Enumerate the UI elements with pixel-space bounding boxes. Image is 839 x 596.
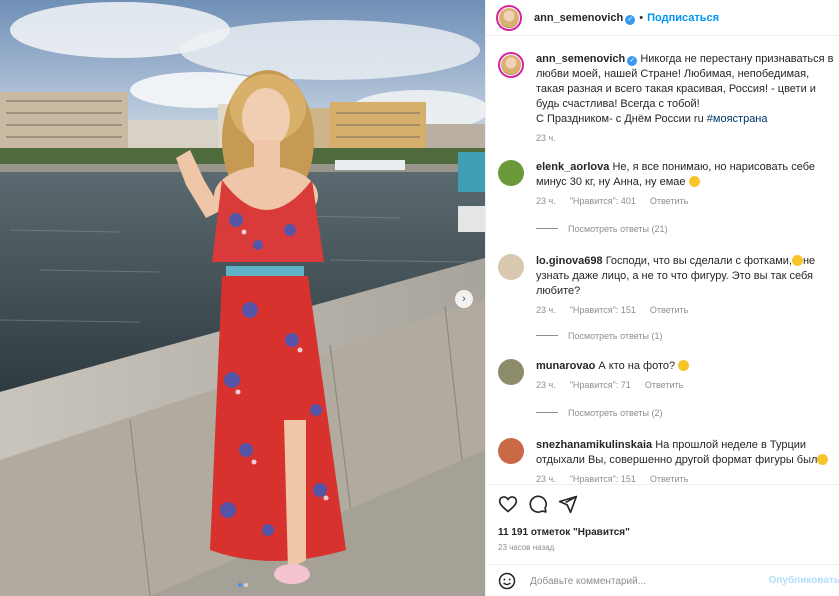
likes-count[interactable]: 11 191 отметок "Нравится" xyxy=(498,527,630,538)
view-replies[interactable]: Посмотреть ответы (1) xyxy=(536,331,663,341)
post-panel: ann_semenovich ✓ • Подписаться ann_semenovi… xyxy=(485,0,839,596)
add-comment-bar: Опубликовать xyxy=(486,564,839,596)
avatar[interactable] xyxy=(498,438,524,464)
next-slide-button[interactable]: › xyxy=(455,290,473,308)
comment-username[interactable]: elenk_aorlova xyxy=(536,161,609,173)
avatar[interactable] xyxy=(498,160,524,186)
comment: snezhanamikulinskaia На прошлой неделе в… xyxy=(498,438,834,484)
verified-icon: ✓ xyxy=(627,56,638,66)
emoji-icon xyxy=(791,255,803,266)
caption-username[interactable]: ann_semenovich xyxy=(536,53,625,65)
caption-time[interactable]: 23 ч. xyxy=(536,133,556,143)
share-icon[interactable] xyxy=(558,494,578,514)
avatar[interactable] xyxy=(496,5,522,31)
photo-scene xyxy=(0,0,485,596)
comment-likes[interactable]: "Нравится": 151 xyxy=(570,474,636,484)
publish-button[interactable]: Опубликовать xyxy=(769,575,839,586)
reply-button[interactable]: Ответить xyxy=(650,474,688,484)
avatar[interactable] xyxy=(498,254,524,280)
heart-icon[interactable] xyxy=(498,494,518,514)
caption-line2: С Праздником- с Днём России ru xyxy=(536,113,704,125)
emoji-icon xyxy=(678,360,690,371)
carousel-dots xyxy=(0,578,485,590)
header-username[interactable]: ann_semenovich xyxy=(534,12,623,24)
next-icon: › xyxy=(462,293,466,305)
comment-likes[interactable]: "Нравится": 401 xyxy=(570,196,636,206)
reply-button[interactable]: Ответить xyxy=(645,380,683,390)
comment-likes[interactable]: "Нравится": 151 xyxy=(570,305,636,315)
comment-time[interactable]: 23 ч. xyxy=(536,305,556,315)
comment-time[interactable]: 23 ч. xyxy=(536,380,556,390)
separator-dot: • xyxy=(639,12,644,24)
comment-text: А кто на фото? xyxy=(598,360,676,372)
follow-button[interactable]: Подписаться xyxy=(647,12,719,24)
comment-username[interactable]: snezhanamikulinskaia xyxy=(536,439,652,451)
comment-text: Господи, что вы сделали с фотками, xyxy=(605,255,792,267)
verified-icon: ✓ xyxy=(625,15,636,25)
comment-username[interactable]: munarovao xyxy=(536,360,595,372)
emoji-icon[interactable] xyxy=(498,572,516,590)
carousel-dot xyxy=(243,583,248,587)
avatar[interactable] xyxy=(498,359,524,385)
comment-time[interactable]: 23 ч. xyxy=(536,474,556,484)
emoji-icon xyxy=(817,454,829,465)
caption: ann_semenovich ✓ Никогда не перестану при… xyxy=(498,52,834,143)
comment-input[interactable] xyxy=(528,572,762,590)
comment: munarovao А кто на фото? 23 ч. "Нравится"… xyxy=(498,359,834,390)
post-time[interactable]: 23 часов назад xyxy=(498,543,554,552)
comment: elenk_aorlova Не, я все понимаю, но нари… xyxy=(498,160,834,206)
comment: lo.ginova698 Господи, что вы сделали с ф… xyxy=(498,254,834,315)
comment-username[interactable]: lo.ginova698 xyxy=(536,255,603,267)
post-header: ann_semenovich ✓ • Подписаться xyxy=(486,0,839,36)
action-bar: 11 191 отметок "Нравится" 23 часов назад xyxy=(486,484,839,564)
comment-icon[interactable] xyxy=(528,494,548,514)
emoji-icon xyxy=(688,176,700,187)
view-replies[interactable]: Посмотреть ответы (21) xyxy=(536,224,668,234)
comment-likes[interactable]: "Нравится": 71 xyxy=(570,380,631,390)
post-photo[interactable]: › xyxy=(0,0,485,596)
comments-list: ann_semenovich ✓ Никогда не перестану при… xyxy=(486,36,839,484)
hashtag-link[interactable]: #моястрана xyxy=(707,113,768,125)
view-replies[interactable]: Посмотреть ответы (2) xyxy=(536,408,663,418)
comment-time[interactable]: 23 ч. xyxy=(536,196,556,206)
avatar[interactable] xyxy=(498,52,524,78)
reply-button[interactable]: Ответить xyxy=(650,305,688,315)
carousel-dot-active xyxy=(237,583,242,587)
reply-button[interactable]: Ответить xyxy=(650,196,688,206)
